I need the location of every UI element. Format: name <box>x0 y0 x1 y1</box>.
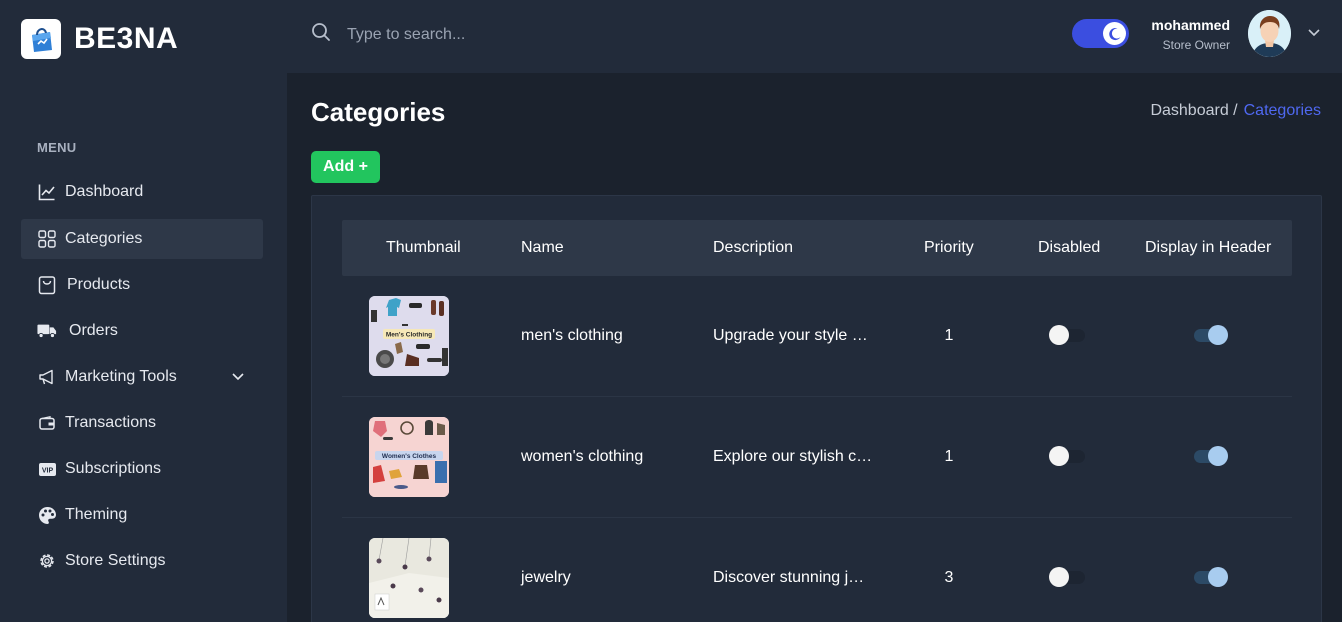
truck-icon <box>37 321 57 341</box>
brand-name: BE3NA <box>74 22 179 55</box>
category-description: Explore our stylish collection of women'… <box>713 448 873 465</box>
breadcrumb: Dashboard / Categories <box>1150 102 1321 120</box>
wallet-icon <box>37 413 57 433</box>
table-header: Thumbnail Name Description Priority Disa… <box>342 220 1292 276</box>
menu-title: MENU <box>37 140 77 155</box>
page-title: Categories <box>311 97 446 127</box>
chevron-down-icon[interactable] <box>231 369 245 388</box>
chart-line-icon <box>37 182 57 202</box>
display-in-header-toggle[interactable] <box>1192 567 1228 587</box>
column-header-display-in-header: Display in Header <box>1145 239 1272 256</box>
breadcrumb-dashboard-link[interactable]: Dashboard / <box>1150 102 1237 119</box>
display-in-header-toggle[interactable] <box>1192 325 1228 345</box>
sidebar-item-label: Store Settings <box>65 552 166 569</box>
shopping-bag-logo-icon <box>21 19 61 59</box>
gear-icon <box>37 551 57 571</box>
search-bar <box>311 22 747 47</box>
column-header-thumbnail: Thumbnail <box>386 239 461 256</box>
user-name: mohammed <box>1151 17 1230 33</box>
disabled-toggle[interactable] <box>1049 567 1085 587</box>
column-header-name: Name <box>521 239 564 256</box>
search-input[interactable] <box>347 22 747 47</box>
grid-icon <box>37 229 57 249</box>
category-thumbnail-image[interactable]: Women's Clothes <box>369 417 449 497</box>
column-header-description: Description <box>713 239 794 256</box>
palette-icon <box>37 505 57 525</box>
megaphone-icon <box>37 367 57 387</box>
sidebar-item-categories[interactable]: Categories <box>21 219 263 259</box>
svg-text:VIP: VIP <box>41 467 53 474</box>
sidebar-item-label: Transactions <box>65 414 156 431</box>
sidebar-item-label: Products <box>67 276 131 293</box>
column-header-priority: Priority <box>924 239 974 256</box>
vip-icon: VIP <box>37 459 57 479</box>
categories-table-card: Thumbnail Name Description Priority Disa… <box>311 195 1322 622</box>
category-priority: 1 <box>944 327 954 344</box>
category-priority: 1 <box>944 448 954 465</box>
table-row[interactable]: Men's Clothing men's clothing Upgrade yo… <box>342 276 1292 397</box>
shopping-bag-icon <box>37 275 57 295</box>
user-role: Store Owner <box>1162 38 1230 52</box>
category-priority: 3 <box>944 569 954 586</box>
sidebar-item-label: Theming <box>65 506 128 523</box>
category-name: women's clothing <box>521 448 644 465</box>
category-thumbnail-image[interactable] <box>369 538 449 618</box>
table-row[interactable]: Women's Clothes women's clothing Explore… <box>342 397 1292 518</box>
disabled-toggle[interactable] <box>1049 325 1085 345</box>
sidebar-item-transactions[interactable]: Transactions <box>21 403 263 443</box>
sidebar-item-orders[interactable]: Orders <box>21 311 263 351</box>
sidebar-item-label: Categories <box>65 230 143 247</box>
breadcrumb-current: Categories <box>1243 102 1321 119</box>
sidebar-item-label: Subscriptions <box>65 460 162 477</box>
sidebar-item-theming[interactable]: Theming <box>21 495 263 535</box>
add-category-button[interactable]: Add + <box>311 151 380 183</box>
sidebar-item-products[interactable]: Products <box>21 265 263 305</box>
sidebar: MENU Dashboard Categories Products Order… <box>0 73 287 622</box>
category-name: men's clothing <box>521 327 623 344</box>
brand-logo[interactable]: BE3NA <box>21 19 178 59</box>
dark-mode-toggle[interactable] <box>1072 19 1129 48</box>
thumbnail-caption: Women's Clothes <box>382 453 437 460</box>
column-header-disabled: Disabled <box>1038 239 1101 256</box>
table-row[interactable]: jewelry Discover stunning jewelry pieces… <box>342 518 1292 622</box>
sidebar-item-store-settings[interactable]: Store Settings <box>21 541 263 581</box>
chevron-down-icon[interactable] <box>1307 25 1321 44</box>
sidebar-item-subscriptions[interactable]: VIP Subscriptions <box>21 449 263 489</box>
sidebar-item-dashboard[interactable]: Dashboard <box>21 172 263 212</box>
sidebar-item-label: Dashboard <box>65 183 144 200</box>
moon-icon <box>1103 22 1126 45</box>
sidebar-item-marketing-tools[interactable]: Marketing Tools <box>21 357 263 397</box>
avatar[interactable] <box>1248 10 1291 57</box>
search-icon <box>311 22 331 47</box>
sidebar-item-label: Marketing Tools <box>65 368 177 385</box>
disabled-toggle[interactable] <box>1049 446 1085 466</box>
category-thumbnail-image[interactable]: Men's Clothing <box>369 296 449 376</box>
thumbnail-caption: Men's Clothing <box>386 332 432 339</box>
top-header: BE3NA mohammed Store Owner <box>0 0 1342 73</box>
display-in-header-toggle[interactable] <box>1192 446 1228 466</box>
category-description: Discover stunning jewelry pieces for eve… <box>713 569 865 586</box>
category-name: jewelry <box>521 569 571 586</box>
user-info[interactable]: mohammed Store Owner <box>1151 17 1230 52</box>
sidebar-item-label: Orders <box>69 322 118 339</box>
category-description: Upgrade your style with our men's clothi… <box>713 327 873 344</box>
